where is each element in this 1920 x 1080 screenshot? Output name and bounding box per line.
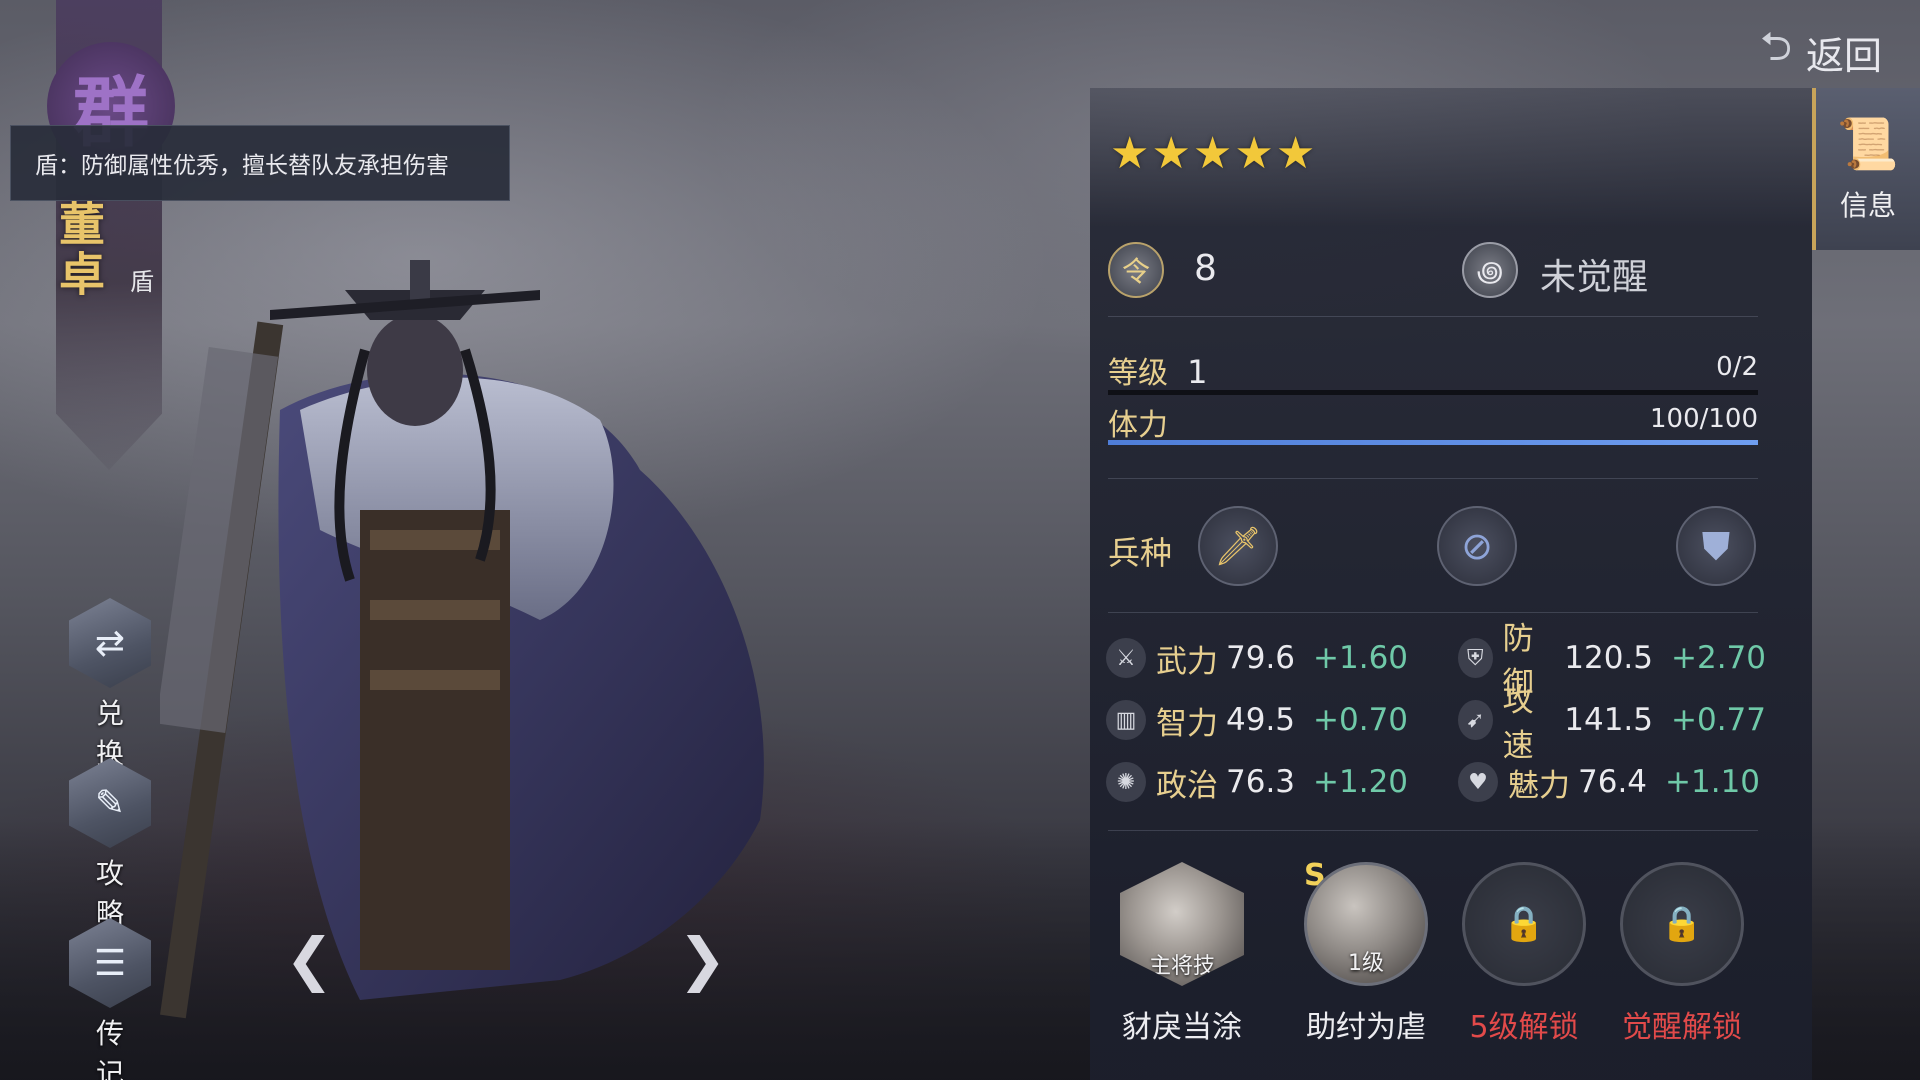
guide-scroll-icon: ✎ (69, 758, 151, 848)
shield-round-icon[interactable]: ⊘ (1437, 506, 1517, 586)
command-badge-icon: 令 (1108, 242, 1164, 298)
biography-button[interactable]: ☰ 传记 (68, 918, 152, 1080)
stat-value: 141.5 (1564, 702, 1653, 738)
hero-figure (160, 260, 764, 1019)
role-tooltip: 盾：防御属性优秀，擅长替队友承担伤害 (10, 125, 510, 201)
stamina-value: 100/100 (1649, 404, 1758, 434)
divider (1108, 612, 1758, 613)
star-icon: ★ (1234, 128, 1274, 179)
level-exp: 0/2 (1716, 352, 1758, 382)
stat-value: 79.6 (1226, 640, 1296, 676)
biography-book-icon: ☰ (69, 918, 151, 1008)
stat-increment: +1.60 (1313, 640, 1409, 676)
skill-tag: 1级 (1348, 951, 1384, 976)
info-tab-label: 信息 (1839, 188, 1896, 222)
divider (1108, 830, 1758, 831)
skill-slot-2[interactable]: S 1级 助纣为虐 (1296, 858, 1436, 1046)
hero-role: 盾 (130, 268, 154, 296)
book-icon: ▥ (1106, 700, 1146, 740)
star-icon: ★ (1151, 128, 1191, 179)
stat-defense: ⛨ 防御 120.5 +2.70 (1458, 621, 1766, 702)
tooltip-text: 盾：防御属性优秀，擅长替队友承担伤害 (35, 153, 449, 179)
armor-icon[interactable]: ⛊ (1676, 506, 1756, 586)
star-icon: ★ (1192, 128, 1233, 179)
heart-icon: ♥ (1458, 762, 1498, 802)
stat-name: 魅力 (1508, 767, 1570, 804)
back-button[interactable]: ⮌ 返回 (1760, 18, 1882, 86)
stat-increment: +1.20 (1313, 764, 1409, 800)
level-row: 等级 1 0/2 (1108, 348, 1758, 395)
scroll-icon: 📜 (1836, 114, 1900, 173)
guide-button[interactable]: ✎ 攻略 (68, 758, 152, 932)
stat-name: 智力 (1156, 705, 1218, 742)
shield-icon: ⛨ (1458, 638, 1493, 678)
stat-increment: +1.10 (1665, 764, 1761, 800)
lock-icon: 🔒 (1660, 904, 1704, 944)
stat-charm: ♥ 魅力 76.4 +1.10 (1458, 760, 1760, 804)
seal-icon: ✺ (1106, 762, 1146, 802)
stat-value: 120.5 (1564, 640, 1653, 676)
skill-name: 助纣为虐 (1306, 1010, 1426, 1045)
stamina-label: 体力 (1108, 408, 1168, 443)
stat-value: 76.4 (1578, 764, 1648, 800)
prev-hero-arrow[interactable]: ❮ (285, 925, 334, 993)
stat-attack-speed: ➹ 攻速 141.5 +0.77 (1458, 683, 1766, 764)
boot-icon: ➹ (1458, 700, 1493, 740)
level-value: 1 (1187, 353, 1208, 391)
stat-value: 76.3 (1226, 764, 1296, 800)
divider (1108, 478, 1758, 479)
star-icon: ★ (1275, 128, 1316, 179)
level-label: 等级 (1108, 356, 1168, 391)
stat-increment: +0.77 (1671, 702, 1766, 738)
skill-slot-main[interactable]: 主将技 豺戾当涂 (1112, 862, 1252, 1046)
skill-locked-ring: 🔒 (1462, 862, 1586, 986)
command-value: 8 (1194, 248, 1217, 289)
crossed-swords-icon: ⚔ (1106, 638, 1146, 678)
skill-slot-3-locked[interactable]: 🔒 5级解锁 (1454, 862, 1594, 1046)
stamina-progress-bar (1108, 440, 1758, 445)
skill-unlock-text: 觉醒解锁 (1622, 1010, 1742, 1045)
command-awaken-row: 令 8 ꩜ 未觉醒 (1108, 240, 1758, 302)
level-progress-bar (1108, 390, 1758, 395)
biography-label: 传记 (95, 1017, 136, 1080)
divider (1108, 316, 1758, 317)
awaken-status: 未觉醒 (1540, 257, 1649, 298)
stat-value: 49.5 (1226, 702, 1296, 738)
exchange-icon: ⇄ (69, 598, 151, 688)
skill-unlock-text: 5级解锁 (1469, 1010, 1579, 1045)
lock-icon: 🔒 (1502, 904, 1546, 944)
skill-locked-ring: 🔒 (1620, 862, 1744, 986)
skill-tag: 主将技 (1148, 954, 1215, 979)
stat-intelligence: ▥ 智力 49.5 +0.70 (1106, 698, 1408, 742)
star-icon: ★ (1110, 128, 1150, 179)
sword-icon[interactable]: 🗡 (1198, 506, 1278, 586)
stat-name: 政治 (1156, 767, 1218, 804)
back-arrow-icon: ⮌ (1759, 24, 1792, 70)
info-tab[interactable]: 📜 信息 (1812, 88, 1920, 250)
stat-increment: +2.70 (1671, 640, 1766, 676)
skill-main-icon: 主将技 (1120, 862, 1244, 986)
back-label: 返回 (1805, 33, 1882, 78)
troop-type-label: 兵种 (1108, 534, 1173, 572)
skill-name: 豺戾当涂 (1122, 1010, 1242, 1045)
exchange-button[interactable]: ⇄ 兑换 (68, 598, 152, 772)
skill-2-icon: 1级 (1304, 862, 1428, 986)
next-hero-arrow[interactable]: ❯ (678, 925, 727, 993)
hero-name: 董卓 (52, 200, 106, 300)
stat-name: 武力 (1156, 643, 1218, 680)
stat-increment: +0.70 (1313, 702, 1409, 738)
skill-slot-4-locked[interactable]: 🔒 觉醒解锁 (1612, 862, 1752, 1046)
stat-politics: ✺ 政治 76.3 +1.20 (1106, 760, 1408, 804)
star-rating: ★ ★ ★ ★ ★ (1110, 128, 1315, 179)
stat-name: 攻速 (1502, 683, 1534, 764)
stamina-row: 体力 100/100 (1108, 400, 1758, 445)
awaken-swirl-icon[interactable]: ꩜ (1462, 242, 1518, 298)
stat-force: ⚔ 武力 79.6 +1.60 (1106, 636, 1408, 680)
stamina-progress-fill (1108, 440, 1758, 445)
